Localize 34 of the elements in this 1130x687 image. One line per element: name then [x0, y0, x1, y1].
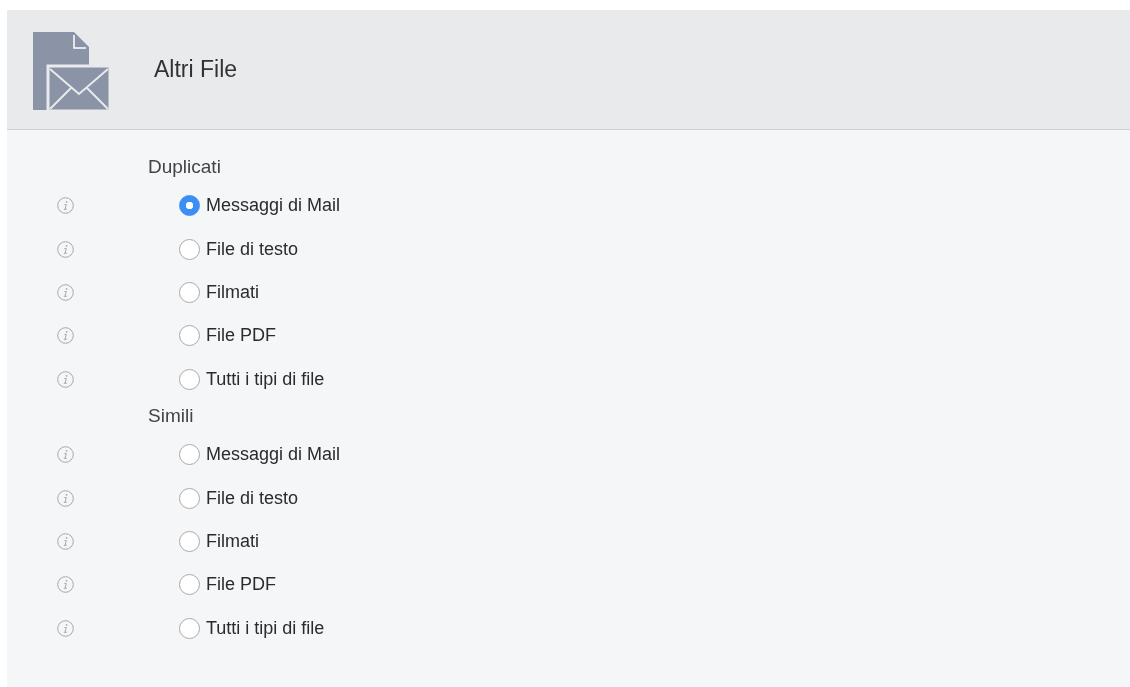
radio-button[interactable]	[179, 617, 200, 639]
info-icon[interactable]	[57, 619, 74, 637]
header-title: Altri File	[154, 56, 238, 83]
info-icon[interactable]	[57, 489, 74, 507]
radio-option[interactable]: File di testo	[179, 487, 299, 509]
radio-button[interactable]	[179, 195, 200, 217]
radio-button[interactable]	[179, 487, 200, 509]
radio-option[interactable]: Tutti i tipi di file	[179, 617, 325, 639]
radio-button[interactable]	[179, 444, 200, 466]
radio-button[interactable]	[179, 368, 200, 390]
radio-option[interactable]: File di testo	[179, 238, 299, 260]
section-heading: Duplicati	[147, 155, 222, 179]
info-icon[interactable]	[57, 327, 74, 345]
document-envelope-icon	[33, 32, 111, 112]
section-heading: Simili	[147, 403, 195, 428]
info-icon[interactable]	[57, 197, 74, 215]
radio-option[interactable]: File PDF	[179, 325, 276, 347]
radio-button[interactable]	[179, 325, 200, 347]
info-icon[interactable]	[57, 370, 74, 388]
radio-button[interactable]	[179, 574, 200, 596]
radio-option[interactable]: Filmati	[179, 530, 259, 552]
radio-option[interactable]: Messaggi di Mail	[179, 444, 341, 466]
radio-button[interactable]	[179, 530, 200, 552]
radio-option[interactable]: Tutti i tipi di file	[179, 368, 325, 390]
radio-option[interactable]: Filmati	[179, 281, 259, 303]
info-icon[interactable]	[57, 283, 74, 301]
info-icon[interactable]	[57, 240, 74, 258]
radio-option[interactable]: File PDF	[179, 574, 276, 596]
radio-button[interactable]	[179, 281, 200, 303]
info-icon[interactable]	[57, 446, 74, 464]
info-icon[interactable]	[57, 576, 74, 594]
radio-button[interactable]	[179, 238, 200, 260]
radio-option[interactable]: Messaggi di Mail	[179, 195, 341, 217]
info-icon[interactable]	[57, 532, 74, 550]
